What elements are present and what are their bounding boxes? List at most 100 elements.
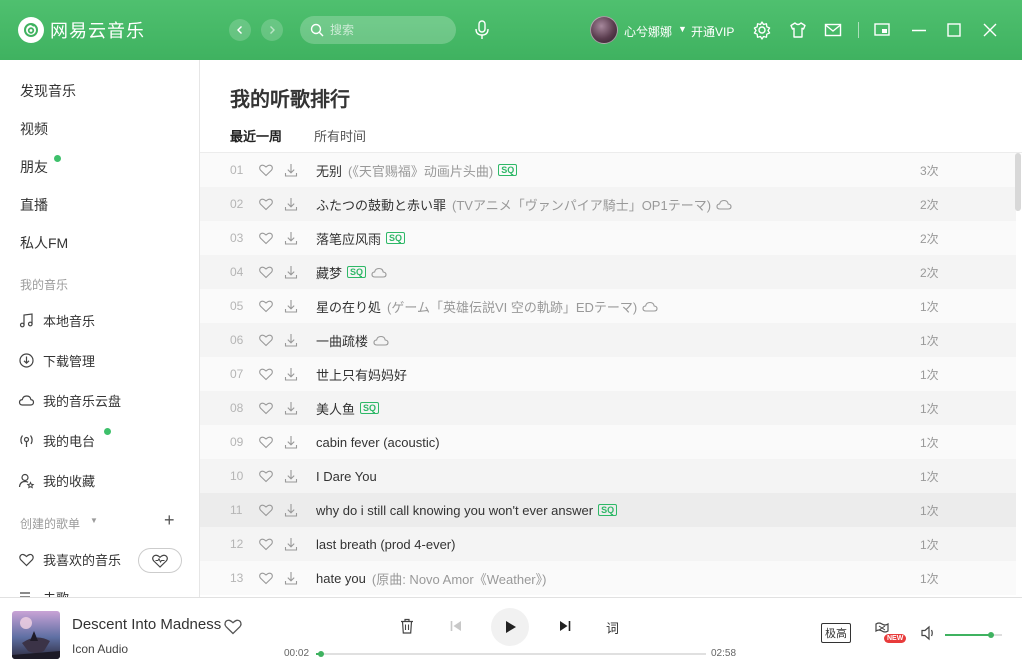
song-row[interactable]: 01 无别 (《天官赐福》动画片头曲) SQ 3次 <box>200 153 1016 187</box>
song-title-cell[interactable]: ふたつの鼓動と赤い罪 (TVアニメ「ヴァンパイア騎士」OP1テーマ) <box>316 195 732 214</box>
song-title-cell[interactable]: last breath (prod 4-ever) <box>316 537 455 552</box>
song-title-cell[interactable]: 美人鱼 SQ <box>316 399 380 418</box>
song-title-cell[interactable]: 一曲疏楼 <box>316 331 389 350</box>
voice-search-button[interactable] <box>470 17 494 43</box>
heartbeat-mode-button[interactable] <box>138 548 182 573</box>
song-title-cell[interactable]: I Dare You <box>316 469 377 484</box>
download-button[interactable] <box>283 536 299 552</box>
song-title[interactable]: ふたつの鼓動と赤い罪 <box>316 195 446 214</box>
like-button[interactable] <box>258 570 274 586</box>
like-button[interactable] <box>258 332 274 348</box>
song-title[interactable]: last breath (prod 4-ever) <box>316 537 455 552</box>
download-button[interactable] <box>283 298 299 314</box>
song-row[interactable]: 10 I Dare You 1次 <box>200 459 1016 493</box>
song-title-cell[interactable]: 世上只有妈妈好 <box>316 365 407 384</box>
song-title[interactable]: 星の在り処 <box>316 297 381 316</box>
like-button[interactable] <box>258 366 274 382</box>
song-row[interactable]: 07 世上只有妈妈好 1次 <box>200 357 1016 391</box>
download-button[interactable] <box>283 196 299 212</box>
like-button[interactable] <box>258 536 274 552</box>
song-row[interactable]: 05 星の在り処 (ゲーム「英雄伝説VI 空の軌跡」EDテーマ) 1次 <box>200 289 1016 323</box>
like-button[interactable] <box>258 230 274 246</box>
skin-button[interactable] <box>787 19 809 41</box>
sidebar-item-video[interactable]: 视频 <box>20 119 48 139</box>
maximize-button[interactable] <box>943 19 965 41</box>
play-button[interactable] <box>491 608 529 646</box>
sidebar-item-local-music[interactable]: 本地音乐 <box>18 311 95 330</box>
progress-handle[interactable] <box>317 651 324 657</box>
song-title[interactable]: I Dare You <box>316 469 377 484</box>
song-title[interactable]: why do i still call knowing you won't ev… <box>316 503 593 518</box>
like-button[interactable] <box>258 502 274 518</box>
section-title-created-playlists[interactable]: 创建的歌单 <box>20 515 80 532</box>
download-button[interactable] <box>283 332 299 348</box>
song-title-cell[interactable]: cabin fever (acoustic) <box>316 435 440 450</box>
like-button[interactable] <box>258 468 274 484</box>
song-row[interactable]: 11 why do i still call knowing you won't … <box>200 493 1016 527</box>
sidebar-item-cloud-drive[interactable]: 我的音乐云盘 <box>18 391 121 410</box>
download-button[interactable] <box>283 230 299 246</box>
avatar[interactable] <box>590 16 618 44</box>
like-button[interactable] <box>258 162 274 178</box>
download-button[interactable] <box>283 468 299 484</box>
song-title[interactable]: hate you <box>316 571 366 586</box>
like-button[interactable] <box>258 196 274 212</box>
tab-all-time[interactable]: 所有时间 <box>314 126 366 145</box>
song-title[interactable]: 一曲疏楼 <box>316 331 368 350</box>
song-title[interactable]: 美人鱼 <box>316 399 355 418</box>
song-title[interactable]: 世上只有妈妈好 <box>316 365 407 384</box>
song-title[interactable]: 藏梦 <box>316 263 342 282</box>
album-cover[interactable] <box>12 611 60 659</box>
like-button[interactable] <box>223 617 243 635</box>
progress-bar[interactable] <box>316 651 706 657</box>
caret-down-icon[interactable]: ▼ <box>90 516 98 525</box>
scrollbar[interactable] <box>1015 153 1021 211</box>
song-row[interactable]: 08 美人鱼 SQ 1次 <box>200 391 1016 425</box>
sidebar-item-discover[interactable]: 发现音乐 <box>20 81 76 101</box>
song-row[interactable]: 06 一曲疏楼 1次 <box>200 323 1016 357</box>
like-button[interactable] <box>258 434 274 450</box>
song-title-cell[interactable]: hate you (原曲: Novo Amor《Weather》) <box>316 569 546 588</box>
download-button[interactable] <box>283 570 299 586</box>
song-row[interactable]: 13 hate you (原曲: Novo Amor《Weather》) 1次 <box>200 561 1016 595</box>
song-title-cell[interactable]: 星の在り処 (ゲーム「英雄伝説VI 空の軌跡」EDテーマ) <box>316 297 658 316</box>
settings-button[interactable] <box>751 19 773 41</box>
download-button[interactable] <box>283 434 299 450</box>
sound-quality-button[interactable]: 极高 <box>821 623 851 643</box>
download-button[interactable] <box>283 264 299 280</box>
username[interactable]: 心兮娜娜 <box>624 23 672 40</box>
download-button[interactable] <box>283 366 299 382</box>
sidebar-item-my-radio[interactable]: 我的电台 <box>18 431 95 450</box>
now-playing-title[interactable]: Descent Into Madness <box>72 616 221 633</box>
previous-button[interactable] <box>448 618 464 634</box>
like-button[interactable] <box>258 298 274 314</box>
song-title-cell[interactable]: 藏梦 SQ <box>316 263 387 282</box>
song-title-cell[interactable]: 无别 (《天官赐福》动画片头曲) SQ <box>316 161 518 180</box>
like-button[interactable] <box>258 264 274 280</box>
caret-down-icon[interactable]: ▼ <box>678 24 687 34</box>
download-button[interactable] <box>283 400 299 416</box>
like-button[interactable] <box>258 400 274 416</box>
sidebar-item-downloads[interactable]: 下载管理 <box>18 351 95 370</box>
search-box[interactable] <box>300 16 456 44</box>
song-row[interactable]: 02 ふたつの鼓動と赤い罪 (TVアニメ「ヴァンパイア騎士」OP1テーマ) 2次 <box>200 187 1016 221</box>
sidebar-item-collection[interactable]: 我的收藏 <box>18 471 95 490</box>
volume-slider[interactable] <box>945 632 1002 638</box>
vip-link[interactable]: 开通VIP <box>691 23 734 40</box>
volume-handle[interactable] <box>987 632 994 638</box>
now-playing-artist[interactable]: Icon Audio <box>72 642 128 656</box>
sidebar-item-live[interactable]: 直播 <box>20 195 48 215</box>
song-row[interactable]: 12 last breath (prod 4-ever) 1次 <box>200 527 1016 561</box>
mini-mode-button[interactable] <box>871 19 893 41</box>
trash-button[interactable] <box>397 616 417 636</box>
minimize-button[interactable] <box>908 19 930 41</box>
messages-button[interactable] <box>822 19 844 41</box>
close-button[interactable] <box>979 19 1001 41</box>
song-title-cell[interactable]: 落笔应风雨 SQ <box>316 229 406 248</box>
song-row[interactable]: 04 藏梦 SQ 2次 <box>200 255 1016 289</box>
song-title[interactable]: 落笔应风雨 <box>316 229 381 248</box>
lyrics-button[interactable]: 词 <box>606 618 619 637</box>
sidebar-item-personal-fm[interactable]: 私人FM <box>20 233 68 253</box>
next-button[interactable] <box>557 618 573 634</box>
download-button[interactable] <box>283 162 299 178</box>
